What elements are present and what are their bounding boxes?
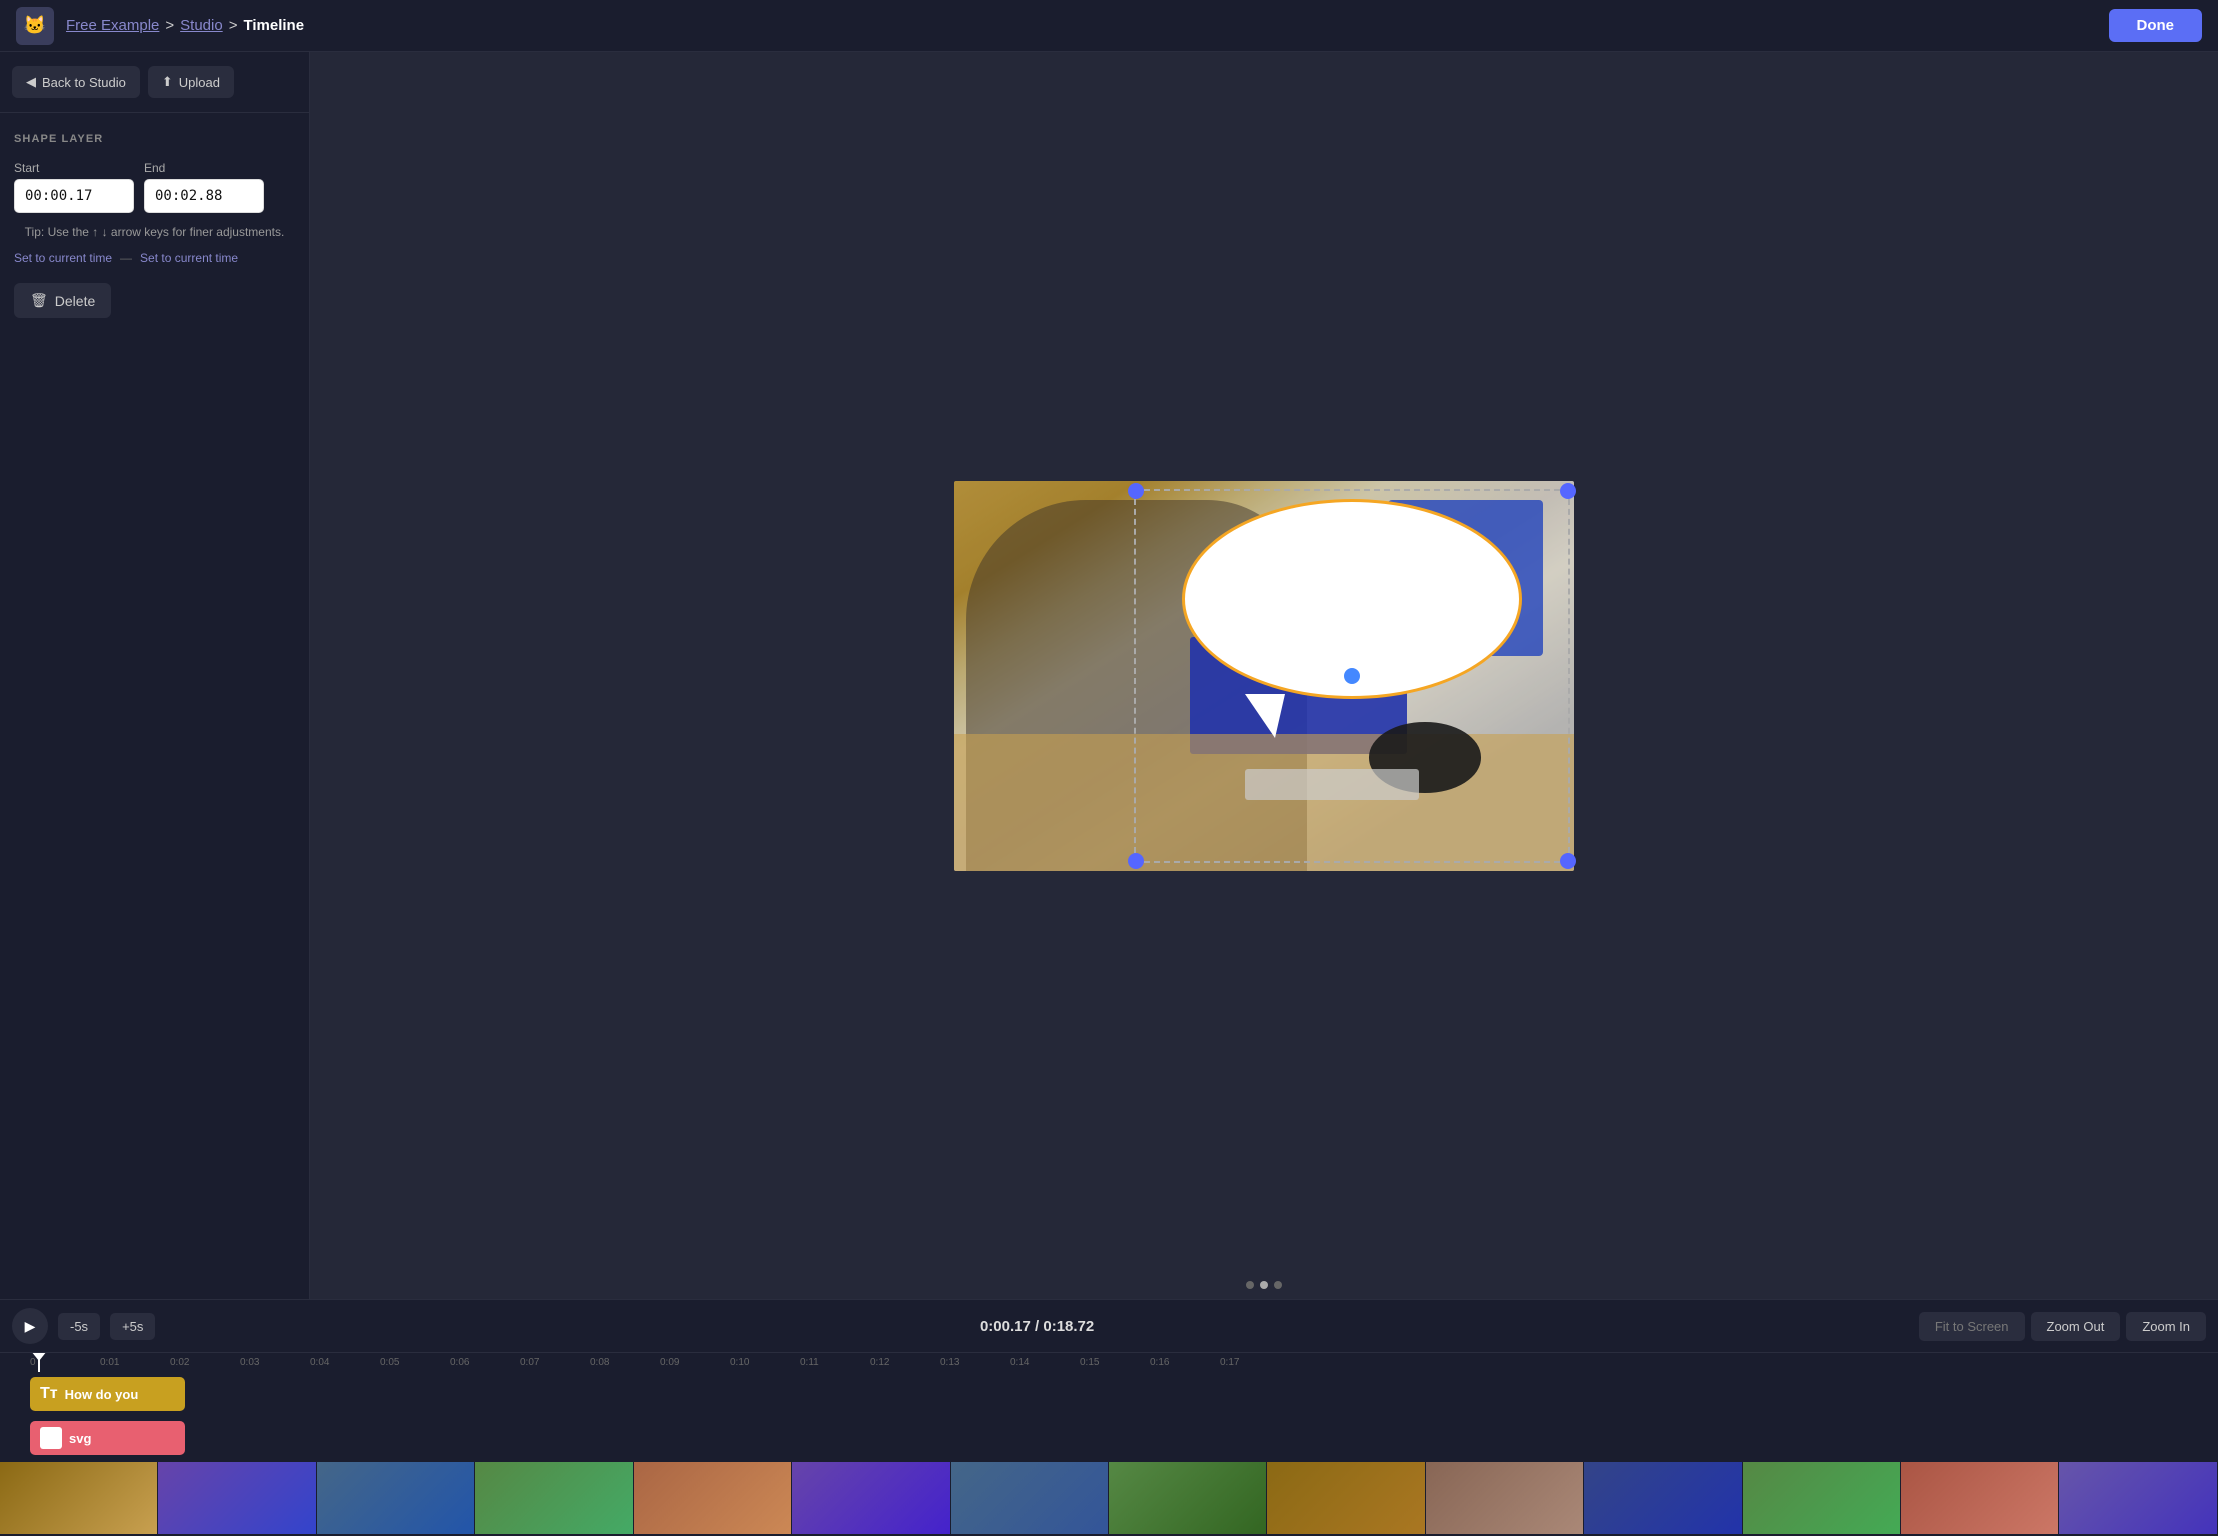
playhead[interactable] [38,1353,40,1372]
filmstrip-frame-14 [2059,1462,2217,1534]
time-dash: — [120,251,132,265]
text-clip-label: How do you [65,1387,139,1402]
sidebar-toolbar: ◀ Back to Studio ⬆ Upload [0,52,309,113]
speech-bubble[interactable] [1182,499,1522,699]
zoom-controls: Fit to Screen Zoom Out Zoom In [1919,1312,2206,1341]
ruler-mark-1: 0:01 [100,1357,170,1368]
ruler-mark-15: 0:15 [1080,1357,1150,1368]
playhead-triangle [31,1353,47,1361]
svg-clip[interactable]: svg [30,1421,185,1455]
tip-text: Tip: Use the ↑ ↓ arrow keys for finer ad… [14,223,295,241]
breadcrumb-sep2: > [229,17,238,34]
ruler-mark-13: 0:13 [940,1357,1010,1368]
filmstrip-frame-10 [1426,1462,1584,1534]
main-content: ◀ Back to Studio ⬆ Upload SHAPE LAYER St… [0,52,2218,1299]
ruler-mark-7: 0:07 [520,1357,590,1368]
filmstrip-frame-6 [792,1462,950,1534]
text-clip[interactable]: Тт How do you [30,1377,185,1411]
ruler-mark-17: 0:17 [1220,1357,1290,1368]
dot-1[interactable] [1246,1281,1254,1289]
filmstrip-frame-13 [1901,1462,2059,1534]
video-frame [954,481,1574,871]
ruler-mark-11: 0:11 [800,1357,870,1368]
filmstrip-frame-8 [1109,1462,1267,1534]
current-time: 0:00.17 [980,1318,1031,1335]
end-label: End [144,161,264,175]
ruler-mark-6: 0:06 [450,1357,520,1368]
breadcrumb: Free Example > Studio > Timeline [66,17,2109,34]
preview-dots [1246,1281,1282,1289]
ruler-mark-10: 0:10 [730,1357,800,1368]
trash-icon: 🗑 [30,292,48,309]
timeline-tracks: Тт How do you svg [0,1372,2218,1460]
filmstrip-frame-1 [0,1462,158,1534]
text-track-icon: Тт [40,1385,58,1403]
filmstrip-frame-3 [317,1462,475,1534]
filmstrip [0,1462,2218,1534]
top-bar: 🐱 Free Example > Studio > Timeline Done [0,0,2218,52]
timeline-controls: ▶ -5s +5s 0:00.17 / 0:18.72 Fit to Scree… [0,1300,2218,1353]
set-time-row: Set to current time — Set to current tim… [14,251,295,265]
dot-3[interactable] [1274,1281,1282,1289]
filmstrip-frame-2 [158,1462,316,1534]
ruler-mark-4: 0:04 [310,1357,380,1368]
upload-button[interactable]: ⬆ Upload [148,66,234,98]
speech-bubble-wrapper[interactable] [1139,499,1564,856]
filmstrip-frame-7 [951,1462,1109,1534]
ruler-mark-9: 0:09 [660,1357,730,1368]
ruler-mark-16: 0:16 [1150,1357,1220,1368]
set-end-time-link[interactable]: Set to current time [140,251,238,265]
back-arrow-icon: ◀ [26,74,36,90]
play-icon: ▶ [25,1318,36,1335]
ruler-mark-2: 0:02 [170,1357,240,1368]
svg-thumbnail [40,1427,62,1449]
start-time-input[interactable] [14,179,134,213]
breadcrumb-section[interactable]: Studio [180,17,223,34]
back-to-studio-button[interactable]: ◀ Back to Studio [12,66,140,98]
breadcrumb-current: Timeline [243,17,304,34]
fit-to-screen-button[interactable]: Fit to Screen [1919,1312,2025,1341]
end-time-input[interactable] [144,179,264,213]
ruler-mark-12: 0:12 [870,1357,940,1368]
zoom-in-button[interactable]: Zoom In [2126,1312,2206,1341]
app-logo: 🐱 [16,7,54,45]
timeline-ruler: 0 0:01 0:02 0:03 0:04 0:05 0:06 0:07 0:0… [0,1353,2218,1372]
filmstrip-frame-5 [634,1462,792,1534]
delete-button[interactable]: 🗑 Delete [14,283,111,318]
skip-forward-button[interactable]: +5s [110,1313,155,1340]
filmstrip-frame-9 [1267,1462,1425,1534]
ruler-mark-5: 0:05 [380,1357,450,1368]
ruler-mark-8: 0:08 [590,1357,660,1368]
filmstrip-frame-11 [1584,1462,1742,1534]
skip-back-button[interactable]: -5s [58,1313,100,1340]
play-button[interactable]: ▶ [12,1308,48,1344]
breadcrumb-sep1: > [165,17,174,34]
breadcrumb-project[interactable]: Free Example [66,17,159,34]
svg-track: svg [0,1416,2218,1460]
sidebar: ◀ Back to Studio ⬆ Upload SHAPE LAYER St… [0,52,310,1299]
upload-icon: ⬆ [162,74,173,90]
timeline-area: ▶ -5s +5s 0:00.17 / 0:18.72 Fit to Scree… [0,1299,2218,1536]
total-time: 0:18.72 [1043,1318,1094,1335]
start-label: Start [14,161,134,175]
ruler-mark-3: 0:03 [240,1357,310,1368]
sidebar-panel: SHAPE LAYER Start End Tip: Use the ↑ ↓ a… [0,113,309,1299]
panel-title: SHAPE LAYER [14,133,295,145]
time-fields: Start End [14,161,295,213]
filmstrip-frame-4 [475,1462,633,1534]
svg-clip-label: svg [69,1431,91,1446]
filmstrip-frame-12 [1743,1462,1901,1534]
preview-area [310,52,2218,1299]
time-display: 0:00.17 / 0:18.72 [165,1318,1908,1335]
zoom-out-button[interactable]: Zoom Out [2031,1312,2121,1341]
start-field-block: Start [14,161,134,213]
set-start-time-link[interactable]: Set to current time [14,251,112,265]
end-field-block: End [144,161,264,213]
ruler-marks: 0 0:01 0:02 0:03 0:04 0:05 0:06 0:07 0:0… [30,1357,2218,1368]
text-track: Тт How do you [0,1372,2218,1416]
done-button[interactable]: Done [2109,9,2203,42]
dot-2[interactable] [1260,1281,1268,1289]
ruler-mark-14: 0:14 [1010,1357,1080,1368]
